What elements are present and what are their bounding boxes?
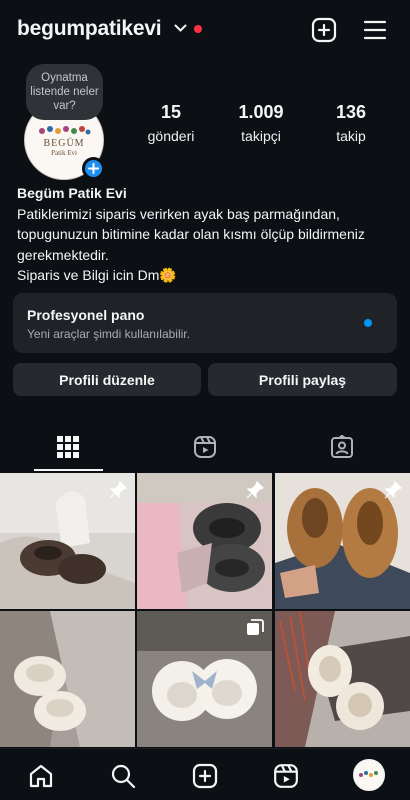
dashboard-subtitle: Yeni araçlar şimdi kullanılabilir. [27, 327, 190, 341]
edit-profile-button[interactable]: Profili düzenle [13, 363, 201, 396]
create-icon [192, 763, 218, 789]
nav-create[interactable] [191, 762, 219, 790]
nav-search[interactable] [109, 762, 137, 790]
post-image [275, 611, 410, 747]
search-icon [111, 764, 136, 789]
flower-logo-icon [39, 126, 91, 135]
hamburger-menu-icon [363, 20, 387, 40]
posts-grid [0, 473, 410, 747]
bio-line: Siparis ve Bilgi icin Dm🌼 [17, 267, 177, 283]
plus-icon [88, 163, 99, 174]
nav-home[interactable] [27, 762, 55, 790]
avatar-brand-text: BEGÜM [43, 138, 85, 149]
pin-icon [246, 481, 264, 499]
plus-square-icon [311, 17, 337, 43]
tab-reels[interactable] [137, 424, 273, 470]
pin-icon [109, 481, 127, 499]
share-profile-button[interactable]: Profili paylaş [208, 363, 397, 396]
pin-icon [384, 481, 402, 499]
professional-dashboard-card[interactable]: Profesyonel pano Yeni araçlar şimdi kull… [13, 293, 397, 353]
bottom-navigation [0, 748, 410, 800]
dashboard-title: Profesyonel pano [27, 307, 145, 323]
stat-followers-label: takipçi [241, 128, 281, 144]
note-text: Oynatma listende neler var? [30, 72, 99, 112]
stat-following[interactable]: 136 takip [322, 102, 380, 144]
carousel-icon [247, 619, 264, 635]
nav-profile-avatar[interactable] [353, 759, 385, 791]
bio-line: gerekmektedir. [17, 246, 109, 263]
add-story-button[interactable] [82, 157, 105, 180]
post-thumbnail[interactable] [137, 611, 272, 747]
grid-icon [57, 436, 79, 458]
stat-posts[interactable]: 15 gönderi [140, 102, 202, 144]
chevron-down-icon[interactable] [174, 24, 187, 33]
stat-followers-value: 1.009 [238, 102, 284, 122]
active-tab-indicator [34, 469, 103, 471]
tab-tagged[interactable] [274, 424, 410, 470]
post-thumbnail[interactable] [275, 473, 410, 609]
reels-icon [194, 436, 216, 458]
post-thumbnail[interactable] [137, 473, 272, 609]
username[interactable]: begumpatikevi [17, 17, 162, 41]
reels-icon [274, 764, 298, 788]
post-thumbnail[interactable] [0, 473, 135, 609]
content-tabs [0, 424, 410, 472]
bio-line: topugunuzun bitimine kadar olan kısmı öl… [17, 226, 365, 242]
stat-posts-label: gönderi [147, 128, 195, 144]
profile-summary: BEGÜM Patik Evi Oynatma listende neler v… [0, 64, 410, 184]
create-post-button[interactable] [310, 16, 338, 44]
post-image [0, 611, 135, 747]
stat-following-label: takip [336, 128, 366, 144]
stat-followers[interactable]: 1.009 takipçi [225, 102, 297, 144]
post-thumbnail[interactable] [0, 611, 135, 747]
stat-posts-value: 15 [160, 102, 182, 122]
new-indicator-dot [364, 319, 372, 327]
nav-reels[interactable] [272, 762, 300, 790]
home-icon [29, 764, 53, 788]
note-bubble[interactable]: Oynatma listende neler var? [26, 64, 103, 120]
flower-logo-icon [359, 771, 378, 777]
stat-following-value: 136 [335, 102, 367, 122]
notification-dot [194, 25, 202, 33]
menu-button[interactable] [361, 16, 389, 44]
tab-grid[interactable] [0, 424, 136, 470]
display-name: Begüm Patik Evi [17, 185, 127, 201]
profile-header: begumpatikevi [0, 0, 410, 62]
bio-line: Patiklerimizi siparis verirken ayak baş … [17, 205, 340, 222]
post-thumbnail[interactable] [275, 611, 410, 747]
tagged-icon [331, 435, 353, 458]
avatar-brand-subtext: Patik Evi [51, 149, 77, 157]
profile-bio: Begüm Patik Evi Patiklerimizi siparis ve… [17, 183, 401, 286]
